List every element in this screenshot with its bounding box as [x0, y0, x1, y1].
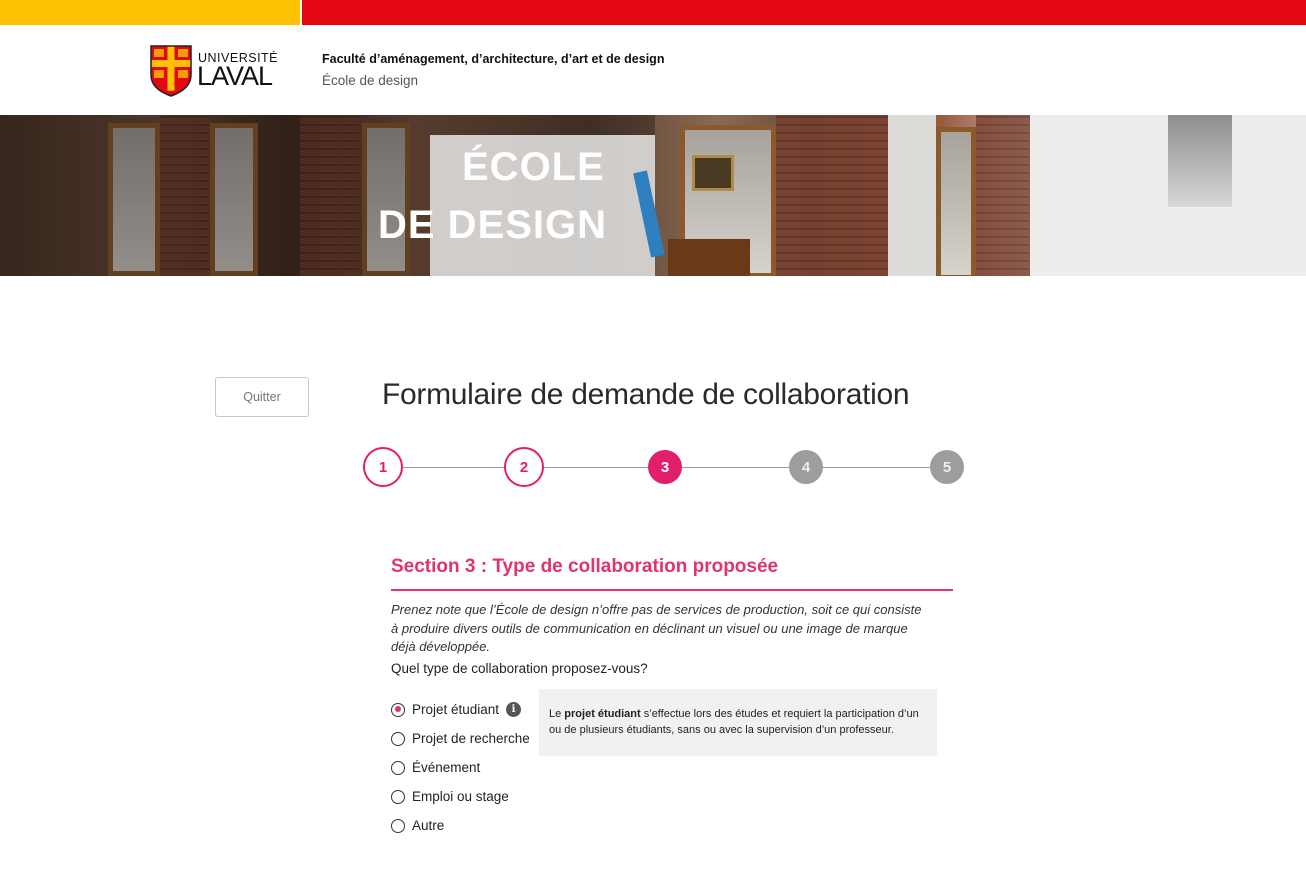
universite-laval-logo[interactable]: UNIVERSITÉ LAVAL	[150, 45, 280, 99]
info-icon[interactable]: i	[506, 702, 522, 717]
logo-laval-text: LAVAL	[197, 61, 273, 91]
step-4: 4	[789, 450, 823, 484]
radio-button[interactable]	[391, 702, 405, 717]
progress-stepper: 1 2 3 4 5	[363, 447, 965, 487]
option-info-box: Le projet étudiant s’effectue lors des é…	[539, 689, 937, 756]
step-2[interactable]: 2	[504, 447, 544, 487]
option-label: Projet étudiant	[412, 702, 500, 717]
radio-button[interactable]	[391, 818, 405, 833]
site-header: UNIVERSITÉ LAVAL Faculté d’aménagement, …	[0, 25, 1306, 115]
stepper-connector	[544, 467, 648, 468]
option-label: Autre	[412, 818, 445, 833]
banner-brick-wall	[976, 115, 1030, 276]
banner-brick-wall	[776, 115, 888, 276]
section-divider	[391, 589, 953, 591]
hero-banner: ÉCOLE DE DESIGN	[0, 115, 1306, 276]
collaboration-question: Quel type de collaboration proposez-vous…	[391, 661, 648, 676]
radio-button[interactable]	[391, 731, 405, 746]
option-label: Événement	[412, 760, 481, 775]
stepper-connector	[403, 467, 504, 468]
banner-window	[936, 127, 976, 276]
option-projet-de-recherche[interactable]: Projet de recherche	[391, 724, 536, 753]
stepper-connector	[823, 467, 930, 468]
collaboration-type-options: Projet étudiant i Projet de recherche Év…	[391, 695, 536, 840]
form-title: Formulaire de demande de collaboration	[382, 378, 910, 411]
stepper-connector	[682, 467, 789, 468]
red-stripe	[302, 0, 1306, 25]
step-5: 5	[930, 450, 964, 484]
radio-button[interactable]	[391, 760, 405, 775]
quit-button[interactable]: Quitter	[215, 377, 309, 417]
gold-stripe	[0, 0, 300, 25]
option-emploi-ou-stage[interactable]: Emploi ou stage	[391, 782, 536, 811]
production-note: Prenez note que l’École de design n’offr…	[391, 602, 922, 654]
section-title: Section 3 : Type de collaboration propos…	[391, 556, 779, 577]
banner-title-line1: ÉCOLE	[462, 145, 605, 189]
banner-painting	[692, 155, 734, 191]
faculty-name[interactable]: Faculté d’aménagement, d’architecture, d…	[322, 52, 664, 66]
banner-column	[888, 115, 936, 276]
banner-title-line2: DE DESIGN	[378, 203, 608, 247]
option-label: Emploi ou stage	[412, 789, 509, 804]
banner-furniture	[668, 239, 750, 276]
radio-button[interactable]	[391, 789, 405, 804]
info-prefix: Le	[549, 708, 565, 720]
school-name[interactable]: École de design	[322, 73, 418, 88]
banner-artwork	[1168, 115, 1232, 207]
step-1[interactable]: 1	[363, 447, 403, 487]
shield-icon	[150, 45, 192, 97]
step-3: 3	[648, 450, 682, 484]
info-term: projet étudiant	[564, 708, 641, 720]
option-projet-etudiant[interactable]: Projet étudiant i	[391, 695, 536, 724]
option-evenement[interactable]: Événement	[391, 753, 536, 782]
option-label: Projet de recherche	[412, 731, 530, 746]
option-autre[interactable]: Autre	[391, 811, 536, 840]
top-color-bar	[0, 0, 1306, 25]
